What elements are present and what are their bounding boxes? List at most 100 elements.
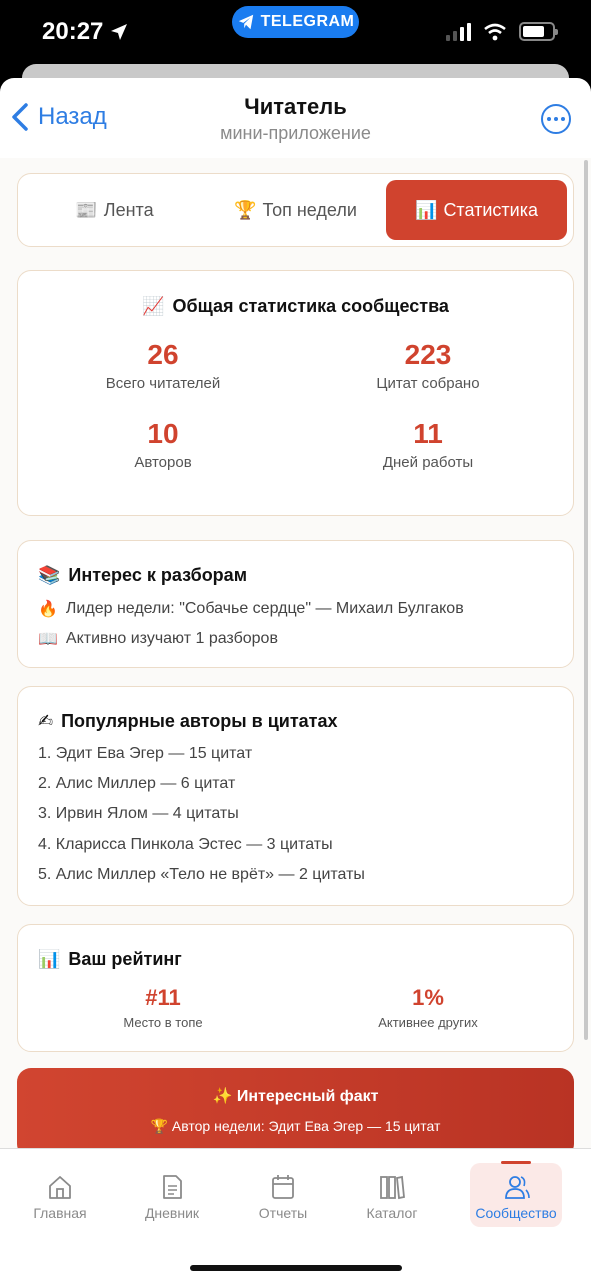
list-item: 🔥 Лидер недели: "Собачье сердце" — Михаи… xyxy=(38,599,464,618)
stat-readers: 26 Всего читателей xyxy=(33,339,293,392)
nav-label: Главная xyxy=(33,1205,87,1221)
stat-value: #11 xyxy=(145,985,181,1010)
stat-label: Цитат собрано xyxy=(376,375,480,392)
fire-icon: 🔥 xyxy=(38,599,58,618)
nav-reports[interactable]: Отчеты xyxy=(237,1163,329,1227)
analysis-interest-card: 📚 Интерес к разборам 🔥 Лидер недели: "Со… xyxy=(17,540,574,668)
fact-title: ✨ Интересный факт xyxy=(17,1086,574,1106)
nav-home[interactable]: Главная xyxy=(14,1163,106,1227)
home-icon xyxy=(49,1176,71,1199)
community-stats-card: 📈 Общая статистика сообщества 26 Всего ч… xyxy=(17,270,574,516)
rating-activity: 1% Активнее других xyxy=(298,985,558,1030)
more-options-button[interactable] xyxy=(541,104,571,134)
cellular-signal-icon xyxy=(446,22,471,41)
mini-app: Назад Читатель мини-приложение 📰 Лента 🏆… xyxy=(0,78,591,1280)
books-icon: 📚 xyxy=(38,565,61,586)
stat-quotes: 223 Цитат собрано xyxy=(298,339,558,392)
card-title-text: Общая статистика сообщества xyxy=(172,296,449,316)
tab-feed[interactable]: 📰 Лента xyxy=(24,180,205,240)
sparkles-icon: ✨ xyxy=(212,1086,233,1105)
stat-value: 26 xyxy=(147,339,179,370)
list-item-text: Активно изучают 1 разборов xyxy=(65,629,278,647)
trophy-icon: 🏆 xyxy=(150,1119,169,1135)
stat-value: 223 xyxy=(404,339,452,370)
card-title-text: Интерес к разборам xyxy=(68,565,248,585)
nav-label: Каталог xyxy=(366,1205,418,1221)
bar-chart-icon: 📊 xyxy=(415,199,438,221)
status-time: 20:27 xyxy=(42,18,129,46)
stat-authors: 10 Авторов xyxy=(33,418,293,471)
dot-icon xyxy=(561,117,565,121)
clock-text: 20:27 xyxy=(42,18,104,45)
dot-icon xyxy=(547,117,551,121)
telegram-icon xyxy=(238,14,253,30)
popular-authors-card: ✍ Популярные авторы в цитатах 1. Эдит Ев… xyxy=(17,686,574,906)
nav-community[interactable]: Сообщество xyxy=(470,1161,562,1227)
rating-place: #11 Место в топе xyxy=(33,985,293,1030)
nav-label: Отчеты xyxy=(258,1205,308,1221)
tab-label: Топ недели xyxy=(262,199,357,220)
tab-statistics[interactable]: 📊 Статистика xyxy=(386,180,567,240)
stat-label: Место в топе xyxy=(123,1015,203,1030)
card-title: 📚 Интерес к разборам xyxy=(38,565,247,586)
books-icon xyxy=(380,1175,405,1200)
bar-chart-icon: 📊 xyxy=(38,949,61,970)
fact-text-content: Автор недели: Эдит Ева Эгер — 15 цитат xyxy=(171,1118,441,1134)
stat-days: 11 Дней работы xyxy=(298,418,558,471)
tab-top-week[interactable]: 🏆 Топ недели xyxy=(205,180,386,240)
card-title: 📈 Общая статистика сообщества xyxy=(18,296,573,317)
app-subtitle: мини-приложение xyxy=(220,123,371,143)
scrollbar[interactable] xyxy=(584,160,588,1040)
stat-value: 11 xyxy=(413,418,443,449)
interesting-fact-banner: ✨ Интересный факт 🏆 Автор недели: Эдит Е… xyxy=(17,1068,574,1158)
title-block: Читатель мини-приложение xyxy=(0,94,591,144)
app-title: Читатель xyxy=(244,94,347,119)
list-item: 3. Ирвин Ялом — 4 цитаты xyxy=(38,805,239,822)
trophy-icon: 🏆 xyxy=(234,199,257,221)
tab-label: Лента xyxy=(103,199,154,220)
telegram-label: TELEGRAM xyxy=(260,13,355,30)
list-item: 4. Кларисса Пинкола Эстес — 3 цитаты xyxy=(38,836,333,853)
nav-diary[interactable]: Дневник xyxy=(126,1163,218,1227)
telegram-pill[interactable]: TELEGRAM xyxy=(232,6,359,38)
nav-label: Дневник xyxy=(144,1205,200,1221)
battery-icon xyxy=(519,22,558,41)
calendar-icon xyxy=(272,1175,294,1199)
open-book-icon: 📖 xyxy=(38,629,58,648)
stat-label: Всего читателей xyxy=(105,375,221,392)
card-title: ✍ Популярные авторы в цитатах xyxy=(38,711,338,732)
newspaper-icon: 📰 xyxy=(75,199,98,221)
list-item: 1. Эдит Ева Эгер — 15 цитат xyxy=(38,745,253,762)
list-item: 5. Алис Миллер «Тело не врёт» — 2 цитаты xyxy=(38,866,365,883)
stat-label: Авторов xyxy=(134,454,192,471)
bottom-navigation: Главная Дневник Отчеты Каталог Сообществ… xyxy=(0,1148,591,1280)
list-item: 📖 Активно изучают 1 разборов xyxy=(38,629,278,648)
card-title-text: Популярные авторы в цитатах xyxy=(61,711,338,731)
wifi-icon xyxy=(484,23,506,40)
tab-label: Статистика xyxy=(443,199,538,220)
status-icons xyxy=(446,22,558,41)
writing-hand-icon: ✍ xyxy=(38,711,54,732)
fact-text: 🏆 Автор недели: Эдит Ева Эгер — 15 цитат xyxy=(17,1118,574,1135)
status-bar: 20:27 TELEGRAM xyxy=(0,0,591,66)
stat-label: Дней работы xyxy=(382,454,474,471)
stat-value: 10 xyxy=(147,418,179,449)
card-title-text: Ваш рейтинг xyxy=(68,949,182,969)
app-header: Назад Читатель мини-приложение xyxy=(0,78,591,158)
dot-icon xyxy=(554,117,558,121)
list-item: 2. Алис Миллер — 6 цитат xyxy=(38,775,236,792)
stat-label: Активнее других xyxy=(378,1015,478,1030)
nav-catalog[interactable]: Каталог xyxy=(346,1163,438,1227)
stat-value: 1% xyxy=(412,985,444,1010)
home-indicator[interactable] xyxy=(190,1265,402,1271)
community-icon xyxy=(505,1176,530,1199)
your-rating-card: 📊 Ваш рейтинг #11 Место в топе 1% Активн… xyxy=(17,924,574,1052)
nav-label: Сообщество xyxy=(475,1205,557,1221)
tab-bar: 📰 Лента 🏆 Топ недели 📊 Статистика xyxy=(17,173,574,247)
list-item-text: Лидер недели: "Собачье сердце" — Михаил … xyxy=(65,599,464,617)
card-title: 📊 Ваш рейтинг xyxy=(38,949,182,970)
fact-title-text: Интересный факт xyxy=(236,1088,379,1105)
trend-chart-icon: 📈 xyxy=(142,296,165,317)
diary-icon xyxy=(163,1175,182,1199)
location-arrow-icon xyxy=(111,24,128,40)
